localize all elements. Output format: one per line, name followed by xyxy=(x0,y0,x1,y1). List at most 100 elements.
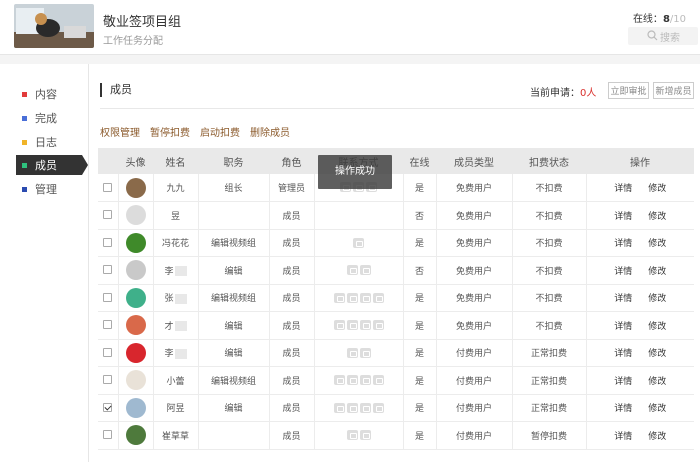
avatar xyxy=(125,342,146,363)
contact-icon xyxy=(359,320,371,330)
member-type-cell: 免费用户 xyxy=(436,201,513,230)
detail-link[interactable]: 详情 xyxy=(614,322,632,332)
edit-link[interactable]: 修改 xyxy=(648,294,666,304)
avatar xyxy=(125,370,146,391)
column-header: 角色 xyxy=(269,148,314,174)
current-apply-label: 当前申请： xyxy=(530,88,580,99)
row-checkbox[interactable] xyxy=(103,347,113,357)
edit-link[interactable]: 修改 xyxy=(648,404,666,414)
avatar xyxy=(125,425,146,446)
search-icon xyxy=(647,30,658,41)
member-type-cell: 付费用户 xyxy=(436,366,513,395)
fee-status-cell: 不扣费 xyxy=(512,256,587,285)
job-cell: 编辑视频组 xyxy=(198,229,270,257)
add-member-button[interactable]: 新增成员 xyxy=(653,82,694,99)
row-select-cell xyxy=(98,229,119,257)
avatar xyxy=(125,260,146,281)
row-checkbox[interactable] xyxy=(103,237,113,247)
detail-link[interactable]: 详情 xyxy=(614,239,632,249)
row-checkbox[interactable] xyxy=(103,265,113,275)
project-subtitle: 工作任务分配 xyxy=(103,36,163,47)
avatar-cell xyxy=(118,256,154,285)
contact-icon xyxy=(359,292,371,303)
online-cell: 是 xyxy=(403,284,437,312)
contact-icon xyxy=(353,237,364,248)
operation-cell: 详情 修改 xyxy=(586,174,694,202)
contact-cell xyxy=(314,339,404,367)
row-checkbox[interactable] xyxy=(103,320,113,330)
member-name: 冯花花 xyxy=(161,239,189,250)
contact-icon xyxy=(359,430,371,440)
edit-link[interactable]: 修改 xyxy=(648,239,666,249)
detail-link[interactable]: 详情 xyxy=(614,404,632,414)
online-cell: 是 xyxy=(403,229,437,257)
avatar-cell xyxy=(118,311,154,340)
contact-icon xyxy=(346,402,358,413)
sidebar-item-label: 内容 xyxy=(35,88,57,101)
detail-link[interactable]: 详情 xyxy=(614,184,632,194)
row-checkbox[interactable] xyxy=(103,402,113,412)
row-checkbox[interactable] xyxy=(103,210,113,220)
detail-link[interactable]: 详情 xyxy=(614,377,632,387)
sidebar-item-content[interactable]: 内容 xyxy=(16,84,82,104)
job-cell: 编辑 xyxy=(198,311,270,340)
row-checkbox[interactable] xyxy=(103,182,113,192)
detail-link[interactable]: 详情 xyxy=(614,267,632,277)
delete-member-link[interactable]: 删除成员 xyxy=(250,124,290,139)
sidebar-item-manage[interactable]: 管理 xyxy=(16,179,82,199)
redacted-mask xyxy=(174,321,187,332)
edit-link[interactable]: 修改 xyxy=(648,322,666,332)
sidebar-item-done[interactable]: 完成 xyxy=(16,108,82,128)
contact-icon xyxy=(346,430,358,440)
permission-manage-link[interactable]: 权限管理 xyxy=(100,124,140,139)
edit-link[interactable]: 修改 xyxy=(648,267,666,277)
row-checkbox[interactable] xyxy=(103,375,113,385)
name-cell: 九九 xyxy=(153,174,199,202)
edit-link[interactable]: 修改 xyxy=(648,432,666,442)
avatar xyxy=(125,232,146,253)
row-select-cell xyxy=(98,284,119,312)
toast-message: 操作成功 xyxy=(318,155,392,189)
row-select-cell xyxy=(98,311,119,340)
column-header: 头像 xyxy=(118,148,153,174)
sidebar-item-members[interactable]: 成员 xyxy=(16,155,88,175)
column-header: 在线 xyxy=(403,148,436,174)
detail-link[interactable]: 详情 xyxy=(614,212,632,222)
row-checkbox[interactable] xyxy=(103,292,113,302)
row-checkbox[interactable] xyxy=(103,430,113,440)
online-cell: 是 xyxy=(403,339,437,367)
approve-button[interactable]: 立即审批 xyxy=(608,82,649,99)
job-cell: 编辑视频组 xyxy=(198,366,270,395)
operation-cell: 详情 修改 xyxy=(586,421,694,450)
member-name: 小蕾 xyxy=(166,376,185,387)
detail-link[interactable]: 详情 xyxy=(614,294,632,304)
fee-status-cell: 不扣费 xyxy=(512,174,587,202)
search-input[interactable]: 搜索 xyxy=(628,27,698,45)
contact-cell xyxy=(314,256,404,285)
edit-link[interactable]: 修改 xyxy=(648,184,666,194)
redacted-mask xyxy=(174,266,187,277)
operation-cell: 详情 修改 xyxy=(586,256,694,285)
detail-link[interactable]: 详情 xyxy=(614,349,632,359)
edit-link[interactable]: 修改 xyxy=(648,349,666,359)
avatar xyxy=(125,315,146,336)
sidebar-item-label: 日志 xyxy=(35,136,57,149)
row-select-cell xyxy=(98,174,119,202)
start-fee-link[interactable]: 启动扣费 xyxy=(200,124,240,139)
avatar-cell xyxy=(118,339,154,367)
role-cell: 成员 xyxy=(269,284,315,312)
table-row: 九九 组长 管理员 是免费用户 不扣费 详情 修改 xyxy=(98,174,694,202)
row-select-cell xyxy=(98,339,119,367)
contact-icon xyxy=(346,292,358,303)
edit-link[interactable]: 修改 xyxy=(648,377,666,387)
edit-link[interactable]: 修改 xyxy=(648,212,666,222)
column-header: 职务 xyxy=(198,148,269,174)
table-row: 李 编辑 成员 是付费用户 正常扣费 详情 修改 xyxy=(98,339,694,367)
table-row: 李 编辑 成员 否免费用户 不扣费 详情 修改 xyxy=(98,256,694,285)
contact-icon xyxy=(372,402,384,413)
name-cell: 冯花花 xyxy=(153,229,199,257)
detail-link[interactable]: 详情 xyxy=(614,432,632,442)
pause-fee-link[interactable]: 暂停扣费 xyxy=(150,124,190,139)
sidebar-item-log[interactable]: 日志 xyxy=(16,132,82,152)
contact-icon xyxy=(346,375,358,385)
